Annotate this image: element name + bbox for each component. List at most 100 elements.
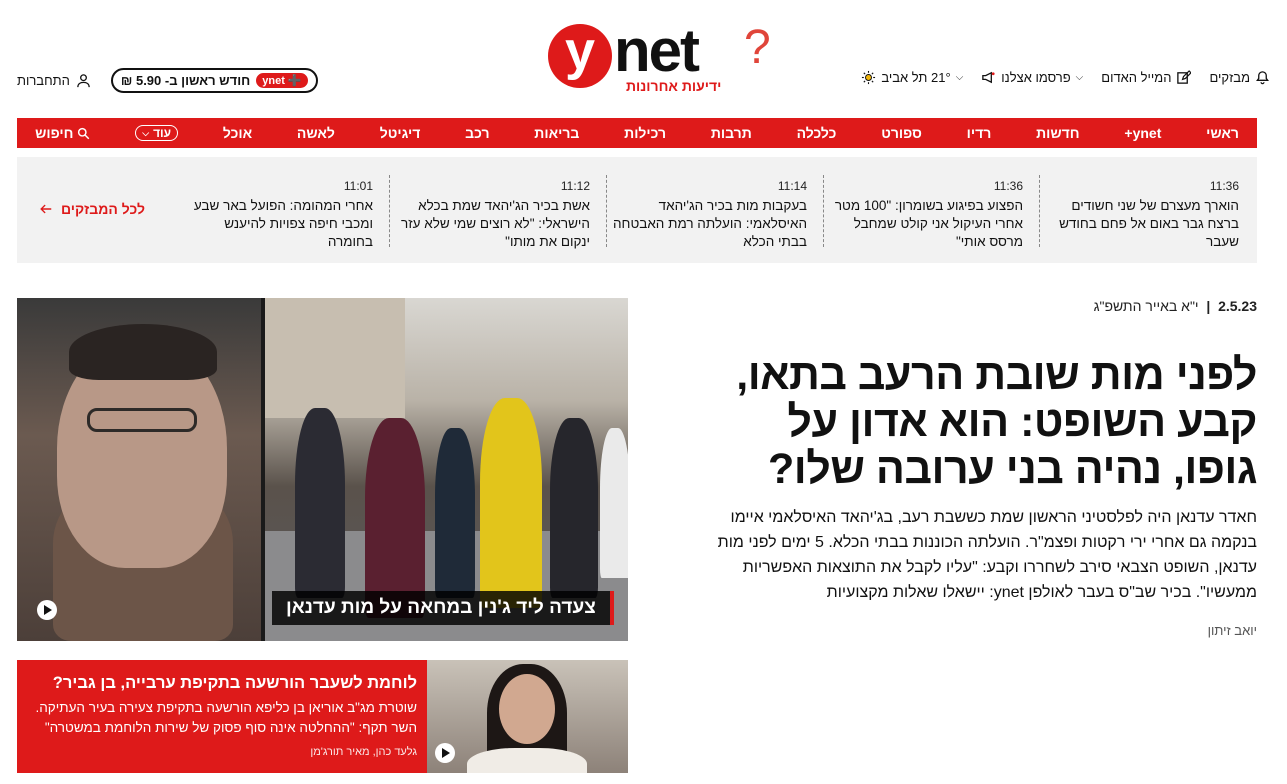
flash-text: אשת בכיר הג'יהאד שמת בכלא הישראלי: "לא ר…: [401, 198, 590, 249]
chevron-down-icon: ⌵: [142, 127, 150, 138]
article-date: 2.5.23: [1218, 298, 1257, 314]
nav-search-button[interactable]: חיפוש: [35, 125, 90, 141]
secondary-article-text: לוחמת לשעבר הורשעה בתקיפת ערבייה, בן גבי…: [17, 660, 427, 773]
main-subhead: חאדר עדנאן היה לפלסטיני הראשון שמת כששבת…: [717, 509, 1257, 601]
crowd-wall: [265, 298, 405, 418]
nav-item-sport[interactable]: ספורט: [881, 125, 922, 141]
logo-subtitle: ידיעות אחרונות: [626, 78, 722, 94]
photo-face: [499, 674, 555, 744]
flash-time: 11:36: [1209, 179, 1239, 193]
nav-item-ynet-plus[interactable]: ynet+: [1124, 125, 1161, 141]
header-account-area: התחברות ➕ ynet חודש ראשון ב- 5.90 ₪: [17, 68, 318, 93]
crowd-person: [480, 398, 542, 608]
nav-item-culture[interactable]: תרבות: [711, 125, 752, 141]
main-nav: ראשי ynet+ חדשות רדיו ספורט כלכלה תרבות …: [17, 118, 1257, 148]
nav-item-food[interactable]: אוכל: [223, 125, 252, 141]
crowd-person: [435, 428, 475, 598]
secondary-article[interactable]: לוחמת לשעבר הורשעה בתקיפת ערבייה, בן גבי…: [17, 660, 628, 773]
subscribe-button[interactable]: ➕ ynet חודש ראשון ב- 5.90 ₪: [110, 68, 318, 93]
flash-item[interactable]: 11:36 הפצוע בפיגוע בשומרון: "100 מטר אחר…: [823, 177, 1023, 249]
play-icon[interactable]: [37, 600, 57, 620]
weather-widget[interactable]: ⌵ 21° תל אביב: [861, 70, 963, 85]
crowd-person: [295, 408, 345, 598]
chevron-down-icon: ⌵: [1075, 72, 1084, 83]
logo-question-mark: ?: [744, 21, 771, 74]
flash-divider: [1039, 175, 1040, 247]
site-header: מבזקים המייל האדום ⌵ פרסמו אצלנו ⌵ 21° ת…: [0, 0, 1287, 118]
flash-divider: [823, 175, 824, 247]
badge-label: ynet: [262, 74, 285, 87]
subscribe-label: חודש ראשון ב- 5.90 ₪: [120, 73, 251, 88]
crowd-person: [600, 428, 628, 578]
main-article[interactable]: 2.5.23 | י"א באייר התשפ"ג לפני מות שובת …: [712, 298, 1258, 638]
logo-word: net: [614, 17, 700, 84]
flash-divider: [389, 175, 390, 247]
logo-circle: y: [548, 24, 612, 88]
secondary-article-image[interactable]: [427, 660, 628, 773]
ynet-plus-badge: ➕ ynet: [256, 73, 308, 88]
all-flash-label: לכל המבזקים: [61, 201, 145, 217]
flash-news-link[interactable]: מבזקים: [1209, 70, 1270, 85]
flash-item[interactable]: 11:36 הוארך מעצרם של שני חשודים ברצח גבר…: [1039, 177, 1239, 249]
ynet-logo[interactable]: y net ? ידיעות אחרונות: [548, 14, 778, 100]
crowd-person: [550, 418, 598, 598]
nav-item-digital[interactable]: דיגיטל: [380, 125, 421, 141]
nav-item-health[interactable]: בריאות: [534, 125, 579, 141]
date-separator: |: [1202, 298, 1215, 314]
advertise-link[interactable]: ⌵ פרסמו אצלנו: [981, 70, 1083, 85]
secondary-author: גלעד כהן, מאיר תורג'מן: [310, 746, 417, 758]
hebrew-date: י"א באייר התשפ"ג: [1093, 298, 1199, 314]
megaphone-icon: [982, 71, 995, 84]
nav-more-label: עוד: [153, 126, 172, 140]
secondary-subhead: שוטרת מג"ב אוריאן בן כליפא הורשעה בתקיפת…: [35, 700, 417, 735]
flash-item[interactable]: 11:12 אשת בכיר הג'יהאד שמת בכלא הישראלי:…: [390, 177, 590, 249]
crowd-photo: [265, 298, 628, 641]
header-utility-links: מבזקים המייל האדום ⌵ פרסמו אצלנו ⌵ 21° ת…: [861, 70, 1270, 85]
nav-item-news[interactable]: חדשות: [1036, 125, 1080, 141]
login-label: התחברות: [17, 73, 70, 88]
user-icon: [77, 74, 90, 88]
main-headline[interactable]: לפני מות שובת הרעב בתאו, קבע השופט: הוא …: [712, 352, 1257, 493]
photo-body: [467, 748, 587, 773]
main-author: יואב זיתון: [1207, 623, 1257, 638]
flash-text: בעקבות מות בכיר הג'יהאד האיסלאמי: הועלתה…: [613, 198, 807, 249]
red-mail-label: המייל האדום: [1101, 70, 1172, 85]
search-label: חיפוש: [35, 125, 74, 141]
flash-time: 11:36: [993, 179, 1023, 193]
red-mail-link[interactable]: המייל האדום: [1101, 70, 1192, 85]
chevron-down-icon: ⌵: [955, 72, 964, 83]
nav-item-women[interactable]: לאשה: [297, 125, 335, 141]
flash-divider: [606, 175, 607, 247]
portrait-photo: [17, 298, 261, 641]
bell-icon: [1256, 71, 1269, 85]
flash-item[interactable]: 11:01 אחרי המהומה: הפועל באר שבע ומכבי ח…: [183, 177, 373, 249]
search-icon: [78, 127, 90, 139]
flash-text: הוארך מעצרם של שני חשודים ברצח גבר באום …: [1059, 198, 1239, 249]
nav-item-radio[interactable]: רדיו: [967, 125, 992, 141]
login-link[interactable]: התחברות: [17, 73, 91, 88]
image-caption: צעדה ליד ג'נין במחאה על מות עדנאן: [272, 591, 614, 625]
crowd-person: [365, 418, 425, 618]
nav-item-economy[interactable]: כלכלה: [797, 125, 837, 141]
main-article-image[interactable]: צעדה ליד ג'נין במחאה על מות עדנאן: [17, 298, 628, 641]
flash-news-label: מבזקים: [1209, 70, 1250, 85]
nav-more-button[interactable]: עוד ⌵: [135, 125, 179, 141]
play-icon[interactable]: [435, 743, 455, 763]
flash-text: אחרי המהומה: הפועל באר שבע ומכבי חיפה צפ…: [193, 198, 373, 249]
article-date-line: 2.5.23 | י"א באייר התשפ"ג: [712, 298, 1257, 314]
flash-news-strip: 11:36 הוארך מעצרם של שני חשודים ברצח גבר…: [17, 157, 1257, 263]
flash-time: 11:14: [777, 179, 807, 193]
flash-item[interactable]: 11:14 בעקבות מות בכיר הג'יהאד האיסלאמי: …: [607, 177, 807, 249]
nav-item-home[interactable]: ראשי: [1206, 125, 1239, 141]
sun-icon: [862, 70, 876, 85]
nav-item-car[interactable]: רכב: [465, 125, 489, 141]
flash-time: 11:12: [560, 179, 590, 193]
weather-label: 21° תל אביב: [881, 70, 951, 85]
plus-icon: ➕: [287, 75, 302, 87]
advertise-label: פרסמו אצלנו: [1001, 70, 1071, 85]
nav-item-gossip[interactable]: רכילות: [624, 125, 666, 141]
all-flash-link[interactable]: לכל המבזקים: [39, 201, 145, 217]
flash-text: הפצוע בפיגוע בשומרון: "100 מטר אחרי העיק…: [834, 198, 1023, 249]
secondary-headline[interactable]: לוחמת לשעבר הורשעה בתקיפת ערבייה, בן גבי…: [27, 672, 417, 694]
flash-time: 11:01: [343, 179, 373, 193]
